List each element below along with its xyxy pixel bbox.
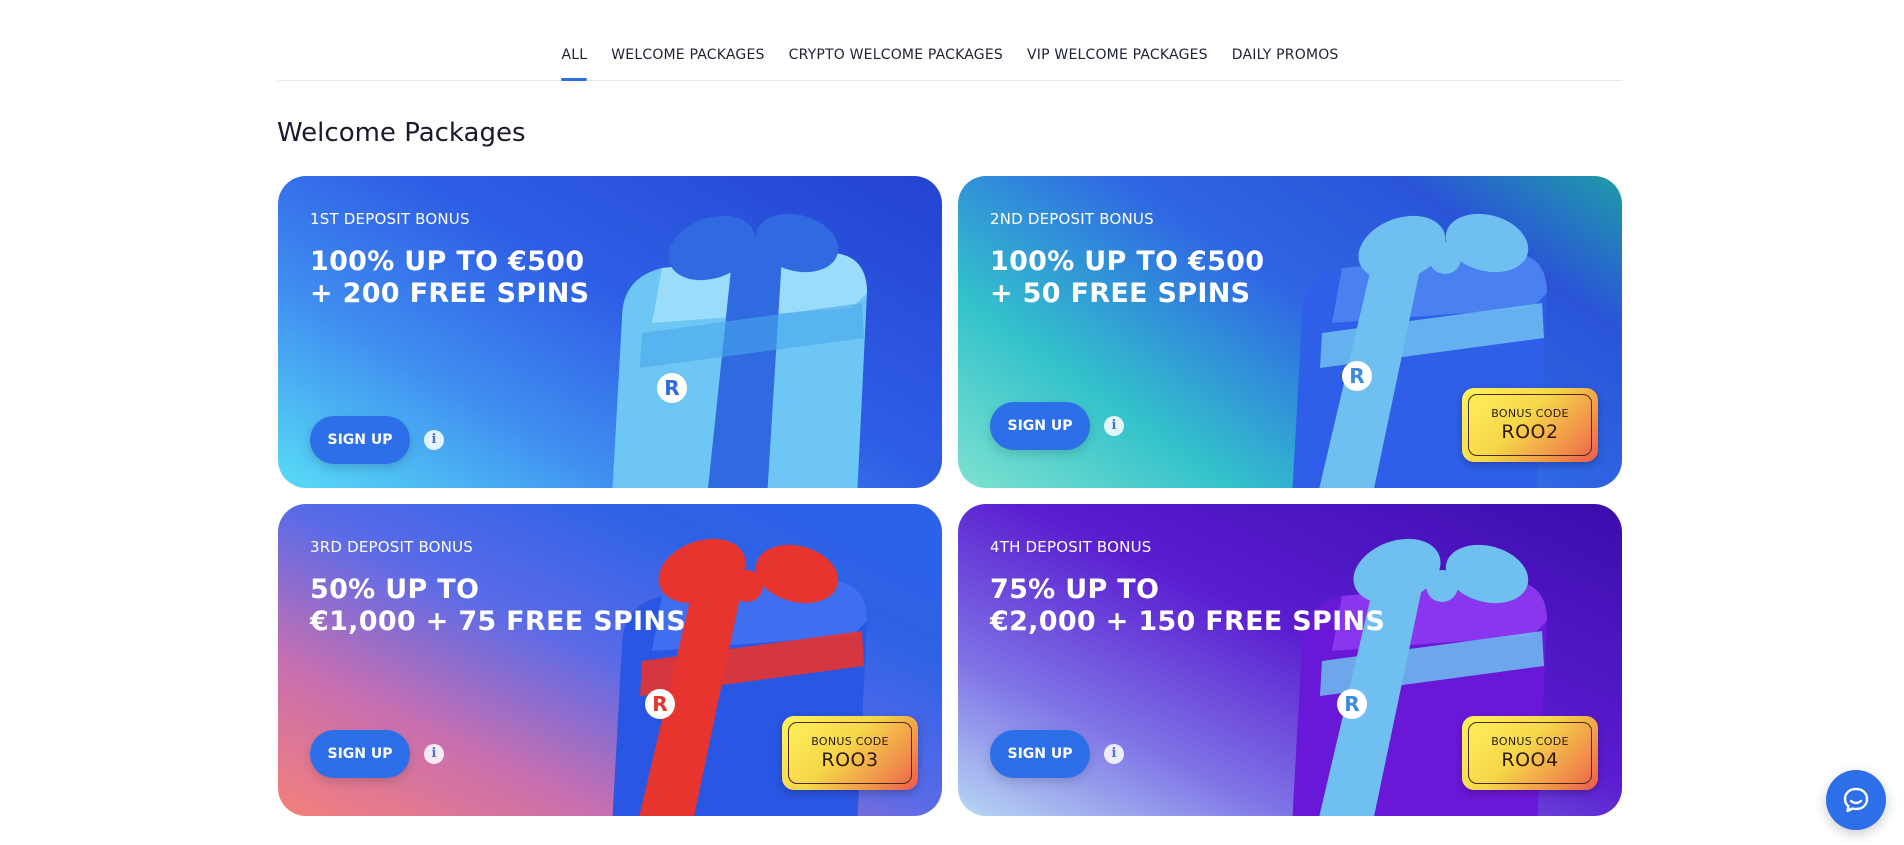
bonus-code-title: BONUS CODE [1491,407,1569,420]
sign-up-button[interactable]: SIGN UP [310,416,410,464]
gift-box-image: R [582,198,902,488]
info-icon[interactable]: i [424,430,444,450]
card-headline: 75% UP TO €2,000 + 150 FREE SPINS [990,574,1386,637]
bonus-code-value: ROO2 [1501,421,1559,443]
card-label: 2ND DEPOSIT BONUS [990,210,1154,228]
promo-card-3rd-deposit: R 3RD DEPOSIT BONUS 50% UP TO €1,000 + 75… [278,504,942,816]
tab-daily-promos[interactable]: DAILY PROMOS [1232,47,1339,80]
tab-vip-welcome-packages[interactable]: VIP WELCOME PACKAGES [1027,47,1208,80]
promo-card-1st-deposit: R 1ST DEPOSIT BONUS 100% UP TO €500 + 200… [278,176,942,488]
promo-card-2nd-deposit: R 2ND DEPOSIT BONUS 100% UP TO €500 + 50 … [958,176,1622,488]
promo-filter-tabs: ALL WELCOME PACKAGES CRYPTO WELCOME PACK… [278,0,1622,81]
card-headline: 100% UP TO €500 + 50 FREE SPINS [990,246,1265,309]
svg-text:R: R [652,692,667,716]
svg-text:R: R [1349,364,1364,388]
tab-welcome-packages[interactable]: WELCOME PACKAGES [611,47,764,80]
card-headline: 50% UP TO €1,000 + 75 FREE SPINS [310,574,687,637]
info-icon[interactable]: i [1104,416,1124,436]
card-headline: 100% UP TO €500 + 200 FREE SPINS [310,246,590,309]
bonus-code-value: ROO3 [821,749,879,771]
card-label: 3RD DEPOSIT BONUS [310,538,473,556]
chat-icon [1843,787,1869,813]
sign-up-button[interactable]: SIGN UP [990,730,1090,778]
section-title: Welcome Packages [277,118,526,148]
bonus-code-badge[interactable]: BONUS CODE ROO2 [1462,388,1598,462]
bonus-code-badge[interactable]: BONUS CODE ROO4 [1462,716,1598,790]
card-label: 1ST DEPOSIT BONUS [310,210,470,228]
svg-text:R: R [1344,692,1359,716]
bonus-code-title: BONUS CODE [1491,735,1569,748]
bonus-code-badge[interactable]: BONUS CODE ROO3 [782,716,918,790]
sign-up-button[interactable]: SIGN UP [310,730,410,778]
sign-up-button[interactable]: SIGN UP [990,402,1090,450]
bonus-code-title: BONUS CODE [811,735,889,748]
svg-text:R: R [664,376,679,400]
live-chat-button[interactable] [1826,770,1886,830]
info-icon[interactable]: i [424,744,444,764]
tab-crypto-welcome-packages[interactable]: CRYPTO WELCOME PACKAGES [789,47,1003,80]
promo-card-4th-deposit: R 4TH DEPOSIT BONUS 75% UP TO €2,000 + 15… [958,504,1622,816]
bonus-code-value: ROO4 [1501,749,1559,771]
tab-all[interactable]: ALL [561,47,587,81]
card-label: 4TH DEPOSIT BONUS [990,538,1152,556]
info-icon[interactable]: i [1104,744,1124,764]
